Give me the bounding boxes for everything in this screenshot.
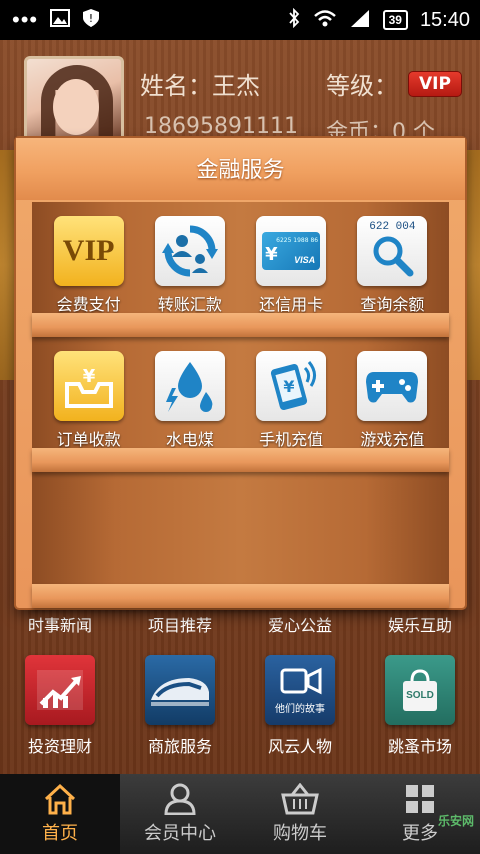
nav-label: 购物车 bbox=[273, 823, 327, 844]
vip-badge: VIP bbox=[408, 70, 462, 97]
service-phone-recharge[interactable]: ¥ 手机充值 bbox=[245, 351, 337, 450]
service-label: 订单收款 bbox=[56, 430, 121, 449]
feature-label: 商旅服务 bbox=[147, 737, 212, 756]
transfer-icon bbox=[154, 216, 225, 286]
service-credit-card[interactable]: 6225 1988 86 VISA ¥ 还信用卡 bbox=[245, 216, 337, 315]
nav-home[interactable]: 首页 bbox=[0, 774, 120, 854]
service-label: 水电煤 bbox=[165, 430, 214, 449]
service-label: 会费支付 bbox=[56, 295, 121, 314]
service-label: 查询余额 bbox=[360, 295, 425, 314]
order-receipt-icon: ¥ bbox=[53, 351, 124, 421]
dialog-title: 金融服务 bbox=[16, 138, 465, 200]
service-label: 手机充值 bbox=[259, 430, 324, 449]
home-icon bbox=[44, 783, 76, 815]
shelf-board-2 bbox=[32, 448, 449, 472]
query-card-number: 622 004 bbox=[369, 221, 416, 233]
category-news[interactable]: 时事新闻 bbox=[0, 612, 120, 636]
shelf-board-3 bbox=[32, 584, 449, 608]
feature-people[interactable]: 他们的故事 风云人物 bbox=[240, 655, 360, 757]
feature-grid: 投资理财 商旅服务 他们的故事 风云人物 SOLD 跳蚤市场 bbox=[0, 655, 480, 757]
service-game-recharge[interactable]: 游戏充值 bbox=[346, 351, 438, 450]
card-brand: VISA bbox=[294, 255, 316, 265]
user-icon bbox=[164, 783, 196, 815]
grid-icon bbox=[406, 785, 434, 813]
nav-label: 会员中心 bbox=[144, 823, 216, 844]
feature-flea-market[interactable]: SOLD 跳蚤市场 bbox=[360, 655, 480, 757]
service-label: 转账汇款 bbox=[157, 295, 222, 314]
search-balance-icon: 622 004 bbox=[357, 216, 428, 286]
people-caption: 他们的故事 bbox=[275, 703, 325, 715]
nav-member-center[interactable]: 会员中心 bbox=[120, 774, 240, 854]
clock: 15:40 bbox=[419, 8, 470, 31]
service-label: 还信用卡 bbox=[259, 295, 324, 314]
service-row-2: ¥ 订单收款 水电煤 ¥ 手机充值 游戏充值 bbox=[32, 351, 449, 450]
service-label: 游戏充值 bbox=[360, 430, 425, 449]
bottom-navigation: 首页 会员中心 购物车 更多 bbox=[0, 774, 480, 854]
user-name: 姓名：王杰 bbox=[140, 72, 260, 100]
credit-card-icon: 6225 1988 86 VISA ¥ bbox=[256, 216, 327, 286]
feature-travel[interactable]: 商旅服务 bbox=[120, 655, 240, 757]
vip-icon-text: VIP bbox=[62, 234, 115, 267]
sold-caption: SOLD bbox=[406, 690, 434, 701]
feature-investment[interactable]: 投资理财 bbox=[0, 655, 120, 757]
financial-services-dialog: 金融服务 VIP 会费支付 转账汇款 6225 1988 86 VISA ¥ 还… bbox=[16, 138, 465, 608]
utilities-icon bbox=[154, 351, 225, 421]
profile-header: 姓名：王杰 等级： VIP 18695891111 金币：0 个 bbox=[0, 40, 480, 166]
video-icon: 他们的故事 bbox=[265, 655, 335, 725]
category-entertainment[interactable]: 娱乐互助 bbox=[360, 612, 480, 636]
signal-icon bbox=[349, 9, 371, 32]
service-membership-fee[interactable]: VIP 会费支付 bbox=[43, 216, 135, 315]
service-row-1: VIP 会费支付 转账汇款 6225 1988 86 VISA ¥ 还信用卡 6… bbox=[32, 216, 449, 315]
phone-recharge-icon: ¥ bbox=[256, 351, 327, 421]
investment-chart-icon bbox=[25, 655, 95, 725]
service-utilities[interactable]: 水电煤 bbox=[144, 351, 236, 450]
feature-label: 投资理财 bbox=[27, 737, 92, 756]
level-label: 等级： bbox=[326, 72, 398, 100]
card-number: 6225 1988 86 bbox=[276, 237, 319, 244]
svg-text:!: ! bbox=[89, 12, 93, 25]
nav-cart[interactable]: 购物车 bbox=[240, 774, 360, 854]
category-charity[interactable]: 爱心公益 bbox=[240, 612, 360, 636]
service-order-receipt[interactable]: ¥ 订单收款 bbox=[43, 351, 135, 450]
bluetooth-icon bbox=[287, 7, 301, 33]
svg-text:¥: ¥ bbox=[284, 377, 295, 396]
train-icon bbox=[145, 655, 215, 725]
nav-label: 首页 bbox=[42, 823, 78, 844]
status-bar: ••• ! 39 15:40 bbox=[0, 0, 480, 40]
feature-label: 风云人物 bbox=[267, 737, 332, 756]
image-icon bbox=[50, 8, 71, 32]
feature-label: 跳蚤市场 bbox=[387, 737, 452, 756]
wifi-icon bbox=[313, 9, 337, 32]
service-transfer[interactable]: 转账汇款 bbox=[144, 216, 236, 315]
battery-indicator: 39 bbox=[382, 10, 408, 30]
nav-label: 更多 bbox=[402, 823, 438, 844]
user-level: 等级： VIP bbox=[326, 66, 462, 101]
yen-symbol-icon: ¥ bbox=[265, 244, 278, 265]
svg-text:¥: ¥ bbox=[82, 366, 95, 387]
watermark: 乐安网 bbox=[437, 814, 474, 828]
shopping-bag-icon: SOLD bbox=[385, 655, 455, 725]
shield-icon: ! bbox=[82, 8, 100, 33]
service-balance-query[interactable]: 622 004 查询余额 bbox=[346, 216, 438, 315]
shelf-board-1 bbox=[32, 313, 449, 337]
gamepad-icon bbox=[357, 351, 428, 421]
category-labels: 时事新闻 项目推荐 爱心公益 娱乐互助 bbox=[0, 612, 480, 636]
category-projects[interactable]: 项目推荐 bbox=[120, 612, 240, 636]
user-phone: 18695891111 bbox=[144, 114, 298, 139]
more-dots-icon: ••• bbox=[12, 7, 39, 32]
cart-icon bbox=[281, 783, 319, 815]
vip-icon: VIP bbox=[53, 216, 124, 286]
